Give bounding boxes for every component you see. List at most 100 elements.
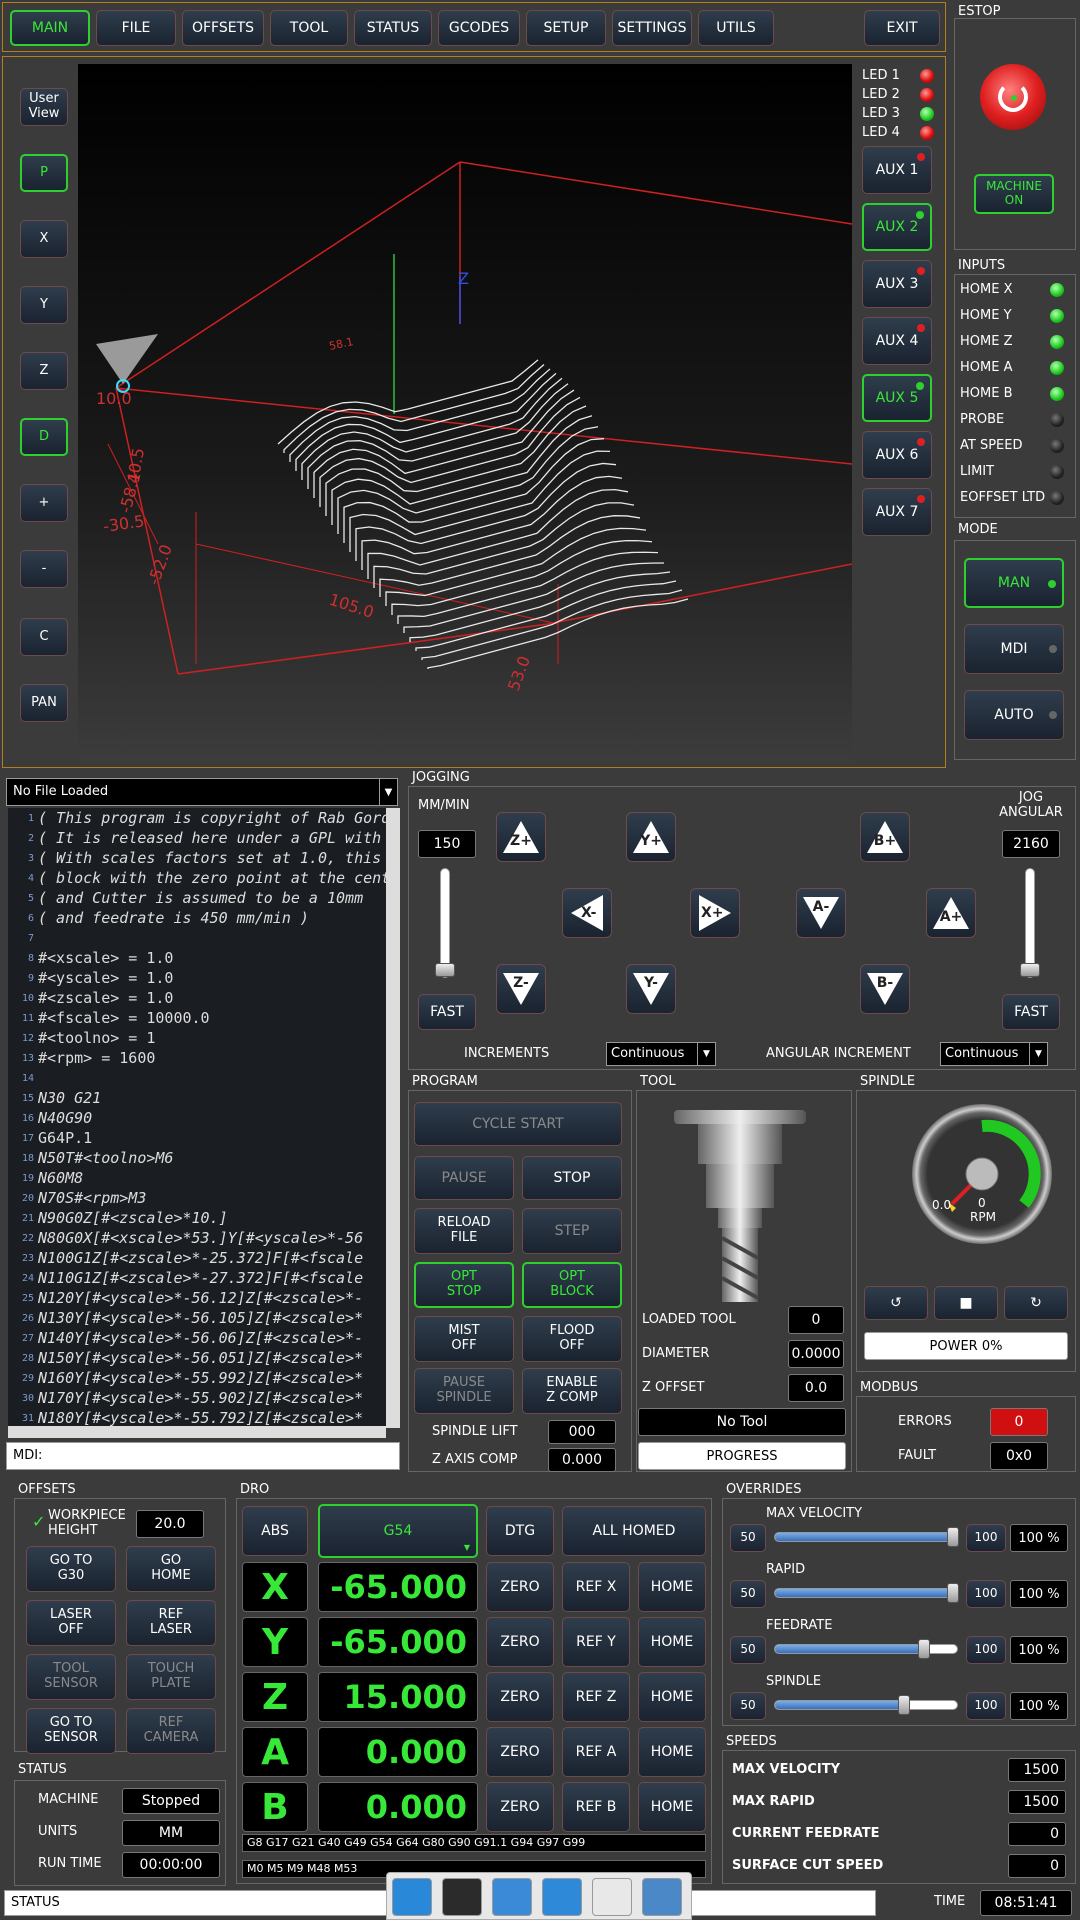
desktop-icon[interactable]: [392, 1878, 432, 1916]
view-button-6[interactable]: +: [20, 484, 68, 522]
zero-b-button[interactable]: ZERO: [486, 1782, 554, 1832]
zero-z-button[interactable]: ZERO: [486, 1672, 554, 1722]
aux-4-button[interactable]: AUX 4: [862, 317, 932, 365]
ref-z-button[interactable]: REF Z: [562, 1672, 630, 1722]
view-button-7[interactable]: -: [20, 550, 68, 588]
override-slider[interactable]: [774, 1695, 958, 1715]
zoffset-value[interactable]: 0.0: [788, 1374, 844, 1402]
offsets-button-3-1[interactable]: REF CAMERA: [126, 1708, 216, 1754]
aux-6-button[interactable]: AUX 6: [862, 431, 932, 479]
view-button-0[interactable]: User View: [20, 88, 68, 126]
jog-angular-slider[interactable]: [1020, 868, 1040, 978]
ref-y-button[interactable]: REF Y: [562, 1617, 630, 1667]
home-y-button[interactable]: HOME: [638, 1617, 706, 1667]
offsets-button-0-0[interactable]: GO TO G30: [26, 1546, 116, 1592]
mdi-input[interactable]: MDI:: [6, 1442, 400, 1470]
jog-angular-value[interactable]: 2160: [1002, 830, 1060, 858]
diameter-value[interactable]: 0.0000: [788, 1340, 844, 1368]
zero-x-button[interactable]: ZERO: [486, 1562, 554, 1612]
text-editor-icon[interactable]: [492, 1878, 532, 1916]
zcomp-value[interactable]: 0.000: [548, 1448, 616, 1472]
opt-stop-button[interactable]: OPT STOP: [414, 1262, 514, 1308]
tab-utils[interactable]: UTILS: [698, 10, 774, 46]
all-homed-button[interactable]: ALL HOMED: [562, 1506, 706, 1556]
gcode-scrollbar[interactable]: [386, 808, 400, 1428]
jog-x-minusplus-button[interactable]: X+: [690, 888, 740, 938]
offsets-button-0-1[interactable]: GO HOME: [126, 1546, 216, 1592]
offsets-button-2-1[interactable]: TOUCH PLATE: [126, 1654, 216, 1700]
view-button-5[interactable]: D: [20, 418, 68, 456]
jog-fast-button[interactable]: FAST: [418, 994, 476, 1030]
dro-axis-a-value[interactable]: 0.000: [318, 1727, 478, 1777]
dro-axis-z-value[interactable]: 15.000: [318, 1672, 478, 1722]
override-low-button[interactable]: 50: [730, 1524, 766, 1552]
override-slider[interactable]: [774, 1639, 958, 1659]
jog-x-minus-button[interactable]: X-: [562, 888, 612, 938]
ref-b-button[interactable]: REF B: [562, 1782, 630, 1832]
jog-z-minus-button[interactable]: Z-: [496, 964, 546, 1014]
stop-button[interactable]: STOP: [522, 1156, 622, 1200]
override-slider[interactable]: [774, 1583, 959, 1603]
jog-y-minusplus-button[interactable]: Y+: [626, 812, 676, 862]
spindle-reverse-button[interactable]: ↺: [864, 1286, 928, 1320]
ref-x-button[interactable]: REF X: [562, 1562, 630, 1612]
zero-y-button[interactable]: ZERO: [486, 1617, 554, 1667]
mist-button[interactable]: MIST OFF: [414, 1316, 514, 1362]
file-select[interactable]: No File Loaded ▼: [6, 778, 398, 806]
override-slider-knob[interactable]: [898, 1695, 910, 1715]
home-b-button[interactable]: HOME: [638, 1782, 706, 1832]
ref-a-button[interactable]: REF A: [562, 1727, 630, 1777]
spindle-lift-value[interactable]: 000: [548, 1420, 616, 1444]
jog-a-minusplus-button[interactable]: A+: [926, 888, 976, 938]
view-button-8[interactable]: C: [20, 618, 68, 656]
jog-rate-slider[interactable]: [435, 868, 455, 978]
workpiece-height-value[interactable]: 20.0: [136, 1510, 204, 1538]
aux-1-button[interactable]: AUX 1: [862, 146, 932, 194]
gcode-preview-3d[interactable]: 10.0 58.1 40.5 -58.1 -30.5 -52.0 105.0 5…: [78, 64, 852, 762]
terminal-icon[interactable]: [442, 1878, 482, 1916]
jog-a-minus-button[interactable]: A-: [796, 888, 846, 938]
estop-button[interactable]: [980, 64, 1046, 130]
view-button-4[interactable]: Z: [20, 352, 68, 390]
jog-b-minus-button[interactable]: B-: [860, 964, 910, 1014]
home-z-button[interactable]: HOME: [638, 1672, 706, 1722]
browser-globe-icon[interactable]: [542, 1878, 582, 1916]
aux-2-button[interactable]: AUX 2: [862, 203, 932, 251]
override-high-button[interactable]: 100: [966, 1524, 1006, 1552]
mode-auto-button[interactable]: AUTO: [964, 690, 1064, 740]
tab-settings[interactable]: SETTINGS: [612, 10, 692, 46]
dro-axis-x-value[interactable]: -65.000: [318, 1562, 478, 1612]
tab-status[interactable]: STATUS: [354, 10, 432, 46]
override-high-button[interactable]: 100: [966, 1692, 1006, 1720]
offsets-button-2-0[interactable]: TOOL SENSOR: [26, 1654, 116, 1700]
machine-on-button[interactable]: MACHINE ON: [974, 174, 1054, 214]
home-a-button[interactable]: HOME: [638, 1727, 706, 1777]
tab-main[interactable]: MAIN: [10, 10, 90, 46]
override-low-button[interactable]: 50: [730, 1580, 766, 1608]
aux-5-button[interactable]: AUX 5: [862, 374, 932, 422]
tab-offsets[interactable]: OFFSETS: [182, 10, 264, 46]
loaded-tool-value[interactable]: 0: [788, 1306, 844, 1334]
override-high-button[interactable]: 100: [966, 1580, 1006, 1608]
opt-block-button[interactable]: OPT BLOCK: [522, 1262, 622, 1308]
view-button-1[interactable]: P: [20, 154, 68, 192]
view-button-3[interactable]: Y: [20, 286, 68, 324]
increments-select[interactable]: Continuous ▼: [606, 1042, 716, 1066]
gcode-editor[interactable]: 1 ( This program is copyright of Rab Gord…: [8, 808, 400, 1428]
pause-spindle-button[interactable]: PAUSE SPINDLE: [414, 1368, 514, 1414]
folder-icon[interactable]: [642, 1878, 682, 1916]
wcs-select[interactable]: G54 ▼: [318, 1504, 478, 1558]
tab-file[interactable]: FILE: [96, 10, 176, 46]
spindle-stop-button[interactable]: ■: [934, 1286, 998, 1320]
reload-file-button[interactable]: RELOAD FILE: [414, 1208, 514, 1254]
override-slider-knob[interactable]: [947, 1527, 959, 1547]
aux-7-button[interactable]: AUX 7: [862, 488, 932, 536]
override-low-button[interactable]: 50: [730, 1636, 766, 1664]
mode-man-button[interactable]: MAN: [964, 558, 1064, 608]
zero-a-button[interactable]: ZERO: [486, 1727, 554, 1777]
override-slider[interactable]: [774, 1527, 959, 1547]
mode-mdi-button[interactable]: MDI: [964, 624, 1064, 674]
pause-button[interactable]: PAUSE: [414, 1156, 514, 1200]
dro-axis-y-value[interactable]: -65.000: [318, 1617, 478, 1667]
view-button-2[interactable]: X: [20, 220, 68, 258]
